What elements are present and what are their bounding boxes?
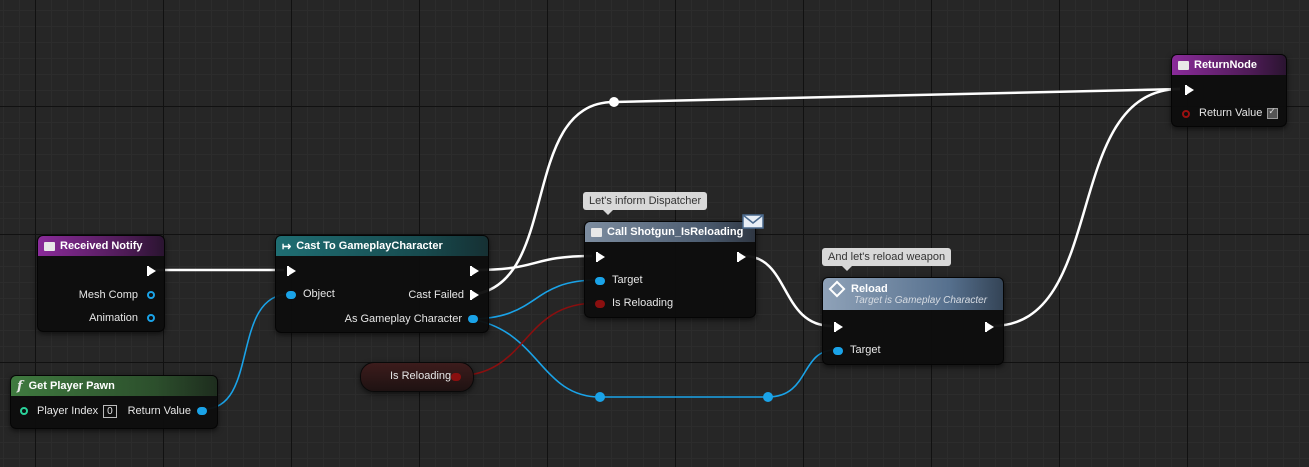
- get-player-pawn-node[interactable]: f Get Player Pawn Player Index 0 Return V…: [10, 375, 218, 429]
- call-dispatcher-header: Call Shotgun_IsReloading: [585, 222, 755, 242]
- function-f-icon: f: [17, 378, 23, 394]
- call-dispatcher-title: Call Shotgun_IsReloading: [607, 226, 744, 238]
- call-target-pin[interactable]: [595, 277, 605, 285]
- animation-pin[interactable]: [147, 314, 155, 322]
- reload-title: Reload: [851, 282, 888, 295]
- cast-title: Cast To GameplayCharacter: [296, 240, 443, 252]
- return-node[interactable]: ReturnNode Return Value: [1171, 54, 1287, 127]
- return-node-header: ReturnNode: [1172, 55, 1286, 75]
- is-reloading-variable-node[interactable]: Is Reloading: [360, 362, 474, 392]
- return-icon: [1178, 60, 1189, 70]
- event-icon: [44, 241, 55, 251]
- cast-exec-in-pin[interactable]: [287, 266, 296, 276]
- reload-target-label: Target: [850, 344, 881, 356]
- cast-arrow-icon: ↦: [282, 240, 292, 253]
- player-index-pin[interactable]: [20, 407, 28, 415]
- call-is-reloading-label: Is Reloading: [612, 297, 674, 309]
- cast-failed-label: Cast Failed: [408, 289, 464, 301]
- mesh-comp-pin[interactable]: [147, 291, 155, 299]
- received-notify-header: Received Notify: [38, 236, 164, 256]
- cast-exec-out-pin[interactable]: [470, 266, 479, 276]
- return-value-text: Return Value: [1199, 107, 1263, 119]
- reload-header: Reload Target is Gameplay Character: [823, 278, 1003, 310]
- cast-header: ↦ Cast To GameplayCharacter: [276, 236, 488, 256]
- envelope-icon: [742, 214, 764, 229]
- diamond-icon: [828, 280, 846, 297]
- call-target-label: Target: [612, 274, 643, 286]
- mesh-comp-label: Mesh Comp: [78, 289, 138, 301]
- exec-reroute-knot[interactable]: [609, 97, 619, 107]
- return-exec-in-pin[interactable]: [1185, 85, 1194, 95]
- reload-subtitle: Target is Gameplay Character: [854, 294, 988, 306]
- reload-exec-out-pin[interactable]: [985, 322, 994, 332]
- animation-label: Animation: [89, 312, 138, 324]
- is-reloading-variable-label: Is Reloading: [390, 370, 452, 382]
- pawn-return-value-pin[interactable]: [197, 407, 207, 415]
- object-reroute-knot-left[interactable]: [595, 392, 605, 402]
- as-gameplay-character-label: As Gameplay Character: [344, 313, 462, 325]
- reload-node[interactable]: Reload Target is Gameplay Character Targ…: [822, 277, 1004, 365]
- call-exec-out-pin[interactable]: [737, 252, 746, 262]
- return-value-pin[interactable]: [1182, 110, 1190, 118]
- object-wire-cast-to-call-target: [469, 279, 598, 320]
- return-node-title: ReturnNode: [1194, 59, 1257, 71]
- cast-object-label: Object: [303, 288, 335, 300]
- received-notify-exec-out-pin[interactable]: [147, 266, 156, 276]
- comment-dispatcher[interactable]: Let's inform Dispatcher: [583, 192, 708, 215]
- pawn-return-value-label: Return Value: [127, 405, 191, 417]
- cast-failed-pin[interactable]: [470, 290, 479, 300]
- call-is-reloading-pin[interactable]: [595, 300, 605, 308]
- exec-wire-reload-to-return: [991, 87, 1181, 328]
- get-player-pawn-header: f Get Player Pawn: [11, 376, 217, 396]
- call-dispatcher-node[interactable]: Call Shotgun_IsReloading Target Is Reloa…: [584, 221, 756, 318]
- exec-wire-cast-to-call: [475, 254, 593, 272]
- exec-wire-call-to-reload: [743, 254, 833, 328]
- player-index-label: Player Index 0: [37, 405, 117, 418]
- get-player-pawn-title: Get Player Pawn: [28, 380, 115, 392]
- object-wire-cast-to-reroute: [469, 318, 601, 398]
- player-index-input[interactable]: 0: [103, 405, 117, 418]
- cast-object-pin[interactable]: [286, 291, 296, 299]
- cast-node[interactable]: ↦ Cast To GameplayCharacter Object Cast …: [275, 235, 489, 333]
- received-notify-title: Received Notify: [60, 240, 143, 252]
- as-gameplay-character-pin[interactable]: [468, 315, 478, 323]
- exec-wire-reroute-to-return: [613, 87, 1181, 104]
- call-icon: [591, 227, 602, 237]
- call-exec-in-pin[interactable]: [596, 252, 605, 262]
- return-value-checkbox[interactable]: [1267, 106, 1279, 119]
- return-value-label: Return Value: [1199, 106, 1279, 119]
- reload-exec-in-pin[interactable]: [834, 322, 843, 332]
- object-reroute-knot-right[interactable]: [763, 392, 773, 402]
- is-reloading-variable-pin[interactable]: [451, 373, 461, 381]
- reload-target-pin[interactable]: [833, 347, 843, 355]
- received-notify-node[interactable]: Received Notify Mesh Comp Animation: [37, 235, 165, 332]
- comment-reload[interactable]: And let's reload weapon: [822, 248, 952, 271]
- player-index-text: Player Index: [37, 405, 99, 417]
